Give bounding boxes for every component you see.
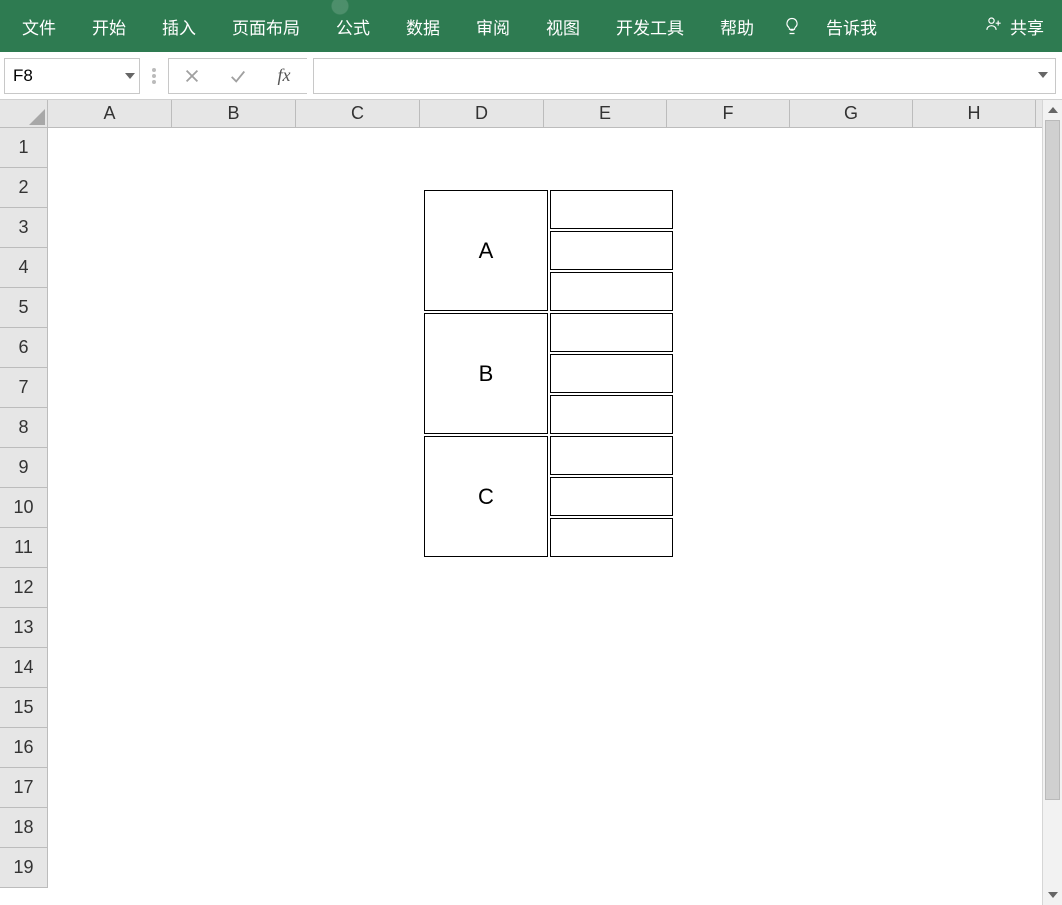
name-box[interactable] — [4, 58, 140, 94]
scroll-down-button[interactable] — [1043, 885, 1062, 905]
column-header-H[interactable]: H — [913, 100, 1036, 127]
table-cell[interactable] — [550, 477, 673, 516]
chevron-down-icon[interactable] — [1037, 68, 1049, 84]
name-box-input[interactable] — [5, 59, 139, 93]
table-cell[interactable] — [550, 272, 673, 311]
row-header-18[interactable]: 18 — [0, 808, 47, 848]
share-button[interactable]: 共享 — [970, 14, 1058, 39]
formula-bar: fx — [0, 52, 1062, 100]
share-icon — [984, 14, 1004, 39]
worksheet-bordered-table: A B C — [422, 188, 675, 559]
vertical-scrollbar[interactable] — [1042, 100, 1062, 905]
select-all-corner[interactable] — [0, 100, 48, 128]
row-header-2[interactable]: 2 — [0, 168, 47, 208]
row-header-3[interactable]: 3 — [0, 208, 47, 248]
ribbon: 文件 开始 插入 页面布局 公式 数据 审阅 视图 开发工具 帮助 告诉我 共享 — [0, 0, 1062, 52]
column-header-A[interactable]: A — [48, 100, 172, 127]
cancel-button[interactable] — [169, 59, 215, 93]
column-header-E[interactable]: E — [544, 100, 667, 127]
row-header-7[interactable]: 7 — [0, 368, 47, 408]
row-header-17[interactable]: 17 — [0, 768, 47, 808]
ribbon-tab-file[interactable]: 文件 — [4, 0, 74, 52]
ribbon-tab-insert[interactable]: 插入 — [144, 0, 214, 52]
column-header-G[interactable]: G — [790, 100, 913, 127]
fx-icon: fx — [278, 65, 291, 86]
formula-bar-buttons: fx — [168, 58, 307, 94]
formula-input[interactable] — [313, 58, 1056, 94]
table-cell[interactable]: B — [424, 313, 548, 434]
table-cell[interactable] — [550, 518, 673, 557]
table-cell[interactable] — [550, 313, 673, 352]
formula-field[interactable] — [314, 59, 1055, 93]
ribbon-tab-formulas[interactable]: 公式 — [318, 0, 388, 52]
table-cell[interactable] — [550, 354, 673, 393]
row-header-14[interactable]: 14 — [0, 648, 47, 688]
spreadsheet-grid: ABCDEFGH 12345678910111213141516171819 A… — [0, 100, 1062, 905]
row-header-10[interactable]: 10 — [0, 488, 47, 528]
row-header-1[interactable]: 1 — [0, 128, 47, 168]
column-header-B[interactable]: B — [172, 100, 296, 127]
insert-function-button[interactable]: fx — [261, 59, 307, 93]
enter-button[interactable] — [215, 59, 261, 93]
row-header-6[interactable]: 6 — [0, 328, 47, 368]
cells-area[interactable]: A B C — [48, 128, 1042, 905]
tell-me[interactable]: 告诉我 — [812, 0, 891, 52]
ribbon-tab-help[interactable]: 帮助 — [702, 0, 772, 52]
row-header-15[interactable]: 15 — [0, 688, 47, 728]
row-header-4[interactable]: 4 — [0, 248, 47, 288]
table-cell[interactable]: C — [424, 436, 548, 557]
row-header-5[interactable]: 5 — [0, 288, 47, 328]
table-cell[interactable]: A — [424, 190, 548, 311]
scroll-thumb[interactable] — [1045, 120, 1060, 800]
ribbon-tab-review[interactable]: 审阅 — [458, 0, 528, 52]
row-header-19[interactable]: 19 — [0, 848, 47, 888]
ribbon-tab-view[interactable]: 视图 — [528, 0, 598, 52]
row-headers: 12345678910111213141516171819 — [0, 128, 48, 888]
row-header-8[interactable]: 8 — [0, 408, 47, 448]
table-cell[interactable] — [550, 395, 673, 434]
scroll-track[interactable] — [1043, 120, 1062, 885]
table-cell[interactable] — [550, 436, 673, 475]
table-cell[interactable] — [550, 231, 673, 270]
ribbon-tab-home[interactable]: 开始 — [74, 0, 144, 52]
formula-bar-separator — [146, 66, 162, 86]
share-label: 共享 — [1010, 14, 1044, 39]
ribbon-tab-data[interactable]: 数据 — [388, 0, 458, 52]
row-header-12[interactable]: 12 — [0, 568, 47, 608]
table-cell[interactable] — [550, 190, 673, 229]
column-header-D[interactable]: D — [420, 100, 544, 127]
lightbulb-icon[interactable] — [772, 0, 812, 52]
row-header-11[interactable]: 11 — [0, 528, 47, 568]
ribbon-tab-developer[interactable]: 开发工具 — [598, 0, 702, 52]
column-header-F[interactable]: F — [667, 100, 790, 127]
ribbon-tab-pagelayout[interactable]: 页面布局 — [214, 0, 318, 52]
scroll-up-button[interactable] — [1043, 100, 1062, 120]
column-header-C[interactable]: C — [296, 100, 420, 127]
row-header-9[interactable]: 9 — [0, 448, 47, 488]
row-header-13[interactable]: 13 — [0, 608, 47, 648]
column-headers: ABCDEFGH — [48, 100, 1042, 128]
row-header-16[interactable]: 16 — [0, 728, 47, 768]
